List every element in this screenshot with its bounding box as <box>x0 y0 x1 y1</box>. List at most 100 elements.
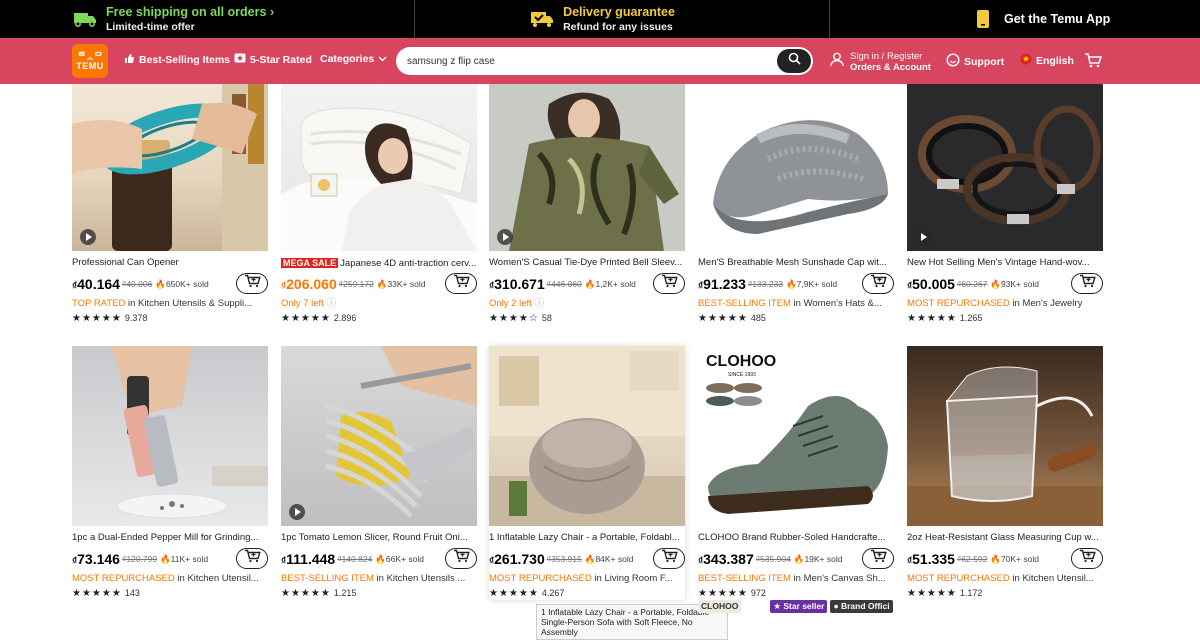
product-card[interactable]: Men'S Breathable Mesh Sunshade Cap wit..… <box>698 84 894 325</box>
add-to-cart-button[interactable] <box>862 548 894 569</box>
product-image[interactable] <box>281 346 477 526</box>
tag-highlight: BEST-SELLING ITEM <box>698 298 791 309</box>
video-play-icon[interactable] <box>80 229 96 245</box>
tag-category[interactable]: in Kitchen Utensil... <box>175 573 258 584</box>
account-menu[interactable]: Sign in / Register Orders & Account <box>830 51 931 73</box>
product-card[interactable]: Women'S Casual Tie-Dye Printed Bell Slee… <box>489 84 685 325</box>
product-title[interactable]: 1 Inflatable Lazy Chair - a Portable, Fo… <box>489 532 685 544</box>
nav-categories[interactable]: Categories <box>320 53 387 65</box>
original-price: ₫60.267 <box>956 279 988 289</box>
product-image[interactable] <box>489 346 685 526</box>
add-to-cart-button[interactable] <box>236 548 268 569</box>
product-title[interactable]: MEGA SALE Japanese 4D anti-traction cerv.… <box>281 257 477 269</box>
review-count: 58 <box>541 313 552 323</box>
get-app-label: Get the Temu App <box>1004 11 1111 26</box>
product-card[interactable]: 1pc Tomato Lemon Slicer, Round Fruit Oni… <box>281 346 477 600</box>
product-card[interactable]: MEGA SALE Japanese 4D anti-traction cerv.… <box>281 84 477 325</box>
cart-plus-icon <box>870 274 887 293</box>
product-card-hovered[interactable]: 1 Inflatable Lazy Chair - a Portable, Fo… <box>489 346 685 600</box>
product-image[interactable] <box>907 346 1103 526</box>
language-selector[interactable]: English <box>1020 53 1074 68</box>
rating[interactable]: ★★★★★ 1.265 <box>907 311 1103 325</box>
tag-category[interactable]: in Kitchen Utensils ... <box>374 573 466 584</box>
rating[interactable]: ★★★★☆ 58 <box>489 311 685 325</box>
support-link[interactable]: Support <box>946 53 1004 70</box>
cart-button[interactable] <box>1084 52 1103 74</box>
shoe-brand-logo: CLOHOO <box>706 353 776 370</box>
add-to-cart-button[interactable] <box>653 273 685 294</box>
delivery-guarantee-banner[interactable]: Delivery guarantee Refund for any issues <box>415 0 830 38</box>
free-shipping-banner[interactable]: Free shipping on all orders › Limited-ti… <box>0 0 415 38</box>
product-price: ₫261.730 <box>489 551 545 567</box>
rating[interactable]: ★★★★★ 9.378 <box>72 311 268 325</box>
add-to-cart-button[interactable] <box>1071 548 1103 569</box>
rating[interactable]: ★★★★★ 1.215 <box>281 586 477 600</box>
video-play-icon[interactable] <box>289 504 305 520</box>
rating[interactable]: ★★★★★ 143 <box>72 586 268 600</box>
product-tag: TOP RATED in Kitchen Utensils & Suppli..… <box>72 297 268 310</box>
product-title[interactable]: CLOHOO Brand Rubber-Soled Handcrafte... <box>698 532 894 544</box>
tag-category[interactable]: in Men's Canvas Sh... <box>791 573 886 584</box>
product-title[interactable]: 1pc Tomato Lemon Slicer, Round Fruit Oni… <box>281 532 477 544</box>
seller-badges: CLOHOO ★ Star seller ● Brand Offici <box>698 600 893 613</box>
tag-category[interactable]: in Living Room F... <box>592 573 672 584</box>
tag-category[interactable]: in Kitchen Utensil... <box>1010 573 1093 584</box>
nav-categories-label: Categories <box>320 53 375 65</box>
get-app-banner[interactable]: Get the Temu App <box>830 0 1200 38</box>
product-price: ₫40.164 <box>72 276 120 292</box>
product-image[interactable]: CLOHOO SINCE 1993 <box>698 346 894 526</box>
thumbs-up-icon <box>124 53 135 67</box>
sold-count-text: 7,9K+ sold <box>796 278 838 289</box>
rating[interactable]: ★★★★★ 972 <box>698 586 894 600</box>
product-title[interactable]: 2oz Heat-Resistant Glass Measuring Cup w… <box>907 532 1103 544</box>
product-title[interactable]: 1pc a Dual-Ended Pepper Mill for Grindin… <box>72 532 268 544</box>
product-title[interactable]: Women'S Casual Tie-Dye Printed Bell Slee… <box>489 257 685 269</box>
add-to-cart-button[interactable] <box>236 273 268 294</box>
review-count: 485 <box>750 313 766 323</box>
nav-best-selling[interactable]: Best-Selling Items <box>124 53 230 67</box>
star-rating-icons: ★★★★★ <box>907 587 957 599</box>
product-image[interactable] <box>698 84 894 251</box>
product-title[interactable]: New Hot Selling Men's Vintage Hand-wov..… <box>907 257 1103 269</box>
cart-plus-icon <box>870 549 887 568</box>
add-to-cart-button[interactable] <box>653 548 685 569</box>
temu-logo[interactable]: ᄐᆺᄆ TEMU <box>72 44 108 78</box>
info-icon[interactable]: ⓘ <box>534 298 544 309</box>
rating[interactable]: ★★★★★ 485 <box>698 311 894 325</box>
promo-bar: Free shipping on all orders › Limited-ti… <box>0 0 1200 38</box>
review-count: 4.267 <box>541 588 565 598</box>
product-card[interactable]: New Hot Selling Men's Vintage Hand-wov..… <box>907 84 1103 325</box>
rating[interactable]: ★★★★★ 4.267 <box>489 586 685 600</box>
tag-category[interactable]: in Women's Hats &... <box>791 298 882 309</box>
rating[interactable]: ★★★★★ 1.172 <box>907 586 1103 600</box>
add-to-cart-button[interactable] <box>445 273 477 294</box>
sold-count-text: 70K+ sold <box>1000 553 1039 564</box>
product-image[interactable] <box>72 84 268 251</box>
tag-category[interactable]: in Men's Jewelry <box>1010 298 1082 309</box>
product-title[interactable]: Men'S Breathable Mesh Sunshade Cap wit..… <box>698 257 894 269</box>
product-image[interactable] <box>72 346 268 526</box>
product-image[interactable] <box>489 84 685 251</box>
search-input[interactable] <box>396 47 777 75</box>
info-icon[interactable]: ⓘ <box>326 298 336 309</box>
search-button[interactable] <box>777 49 811 73</box>
add-to-cart-button[interactable] <box>1071 273 1103 294</box>
product-title[interactable]: Professional Can Opener <box>72 257 268 269</box>
product-tag: MOST REPURCHASED in Men's Jewelry <box>907 297 1103 310</box>
product-card[interactable]: 1pc a Dual-Ended Pepper Mill for Grindin… <box>72 346 268 600</box>
product-card[interactable]: Professional Can Opener ₫40.164 ₫40.006 … <box>72 84 268 325</box>
support-icon <box>946 53 960 70</box>
video-play-icon[interactable] <box>915 229 931 245</box>
nav-five-star[interactable]: 5-Star Rated <box>234 53 312 67</box>
product-image[interactable] <box>907 84 1103 251</box>
add-to-cart-button[interactable] <box>862 273 894 294</box>
product-card[interactable]: 2oz Heat-Resistant Glass Measuring Cup w… <box>907 346 1103 600</box>
rating[interactable]: ★★★★★ 2.896 <box>281 311 477 325</box>
product-price: ₫310.671 <box>489 276 545 292</box>
tag-category[interactable]: in Kitchen Utensils & Suppli... <box>125 298 252 309</box>
product-tag: Only 2 left ⓘ <box>489 297 685 310</box>
video-play-icon[interactable] <box>497 229 513 245</box>
product-card[interactable]: CLOHOO SINCE 1993 CLOHOO Brand Rubber-So… <box>698 346 894 600</box>
add-to-cart-button[interactable] <box>445 548 477 569</box>
product-image[interactable] <box>281 84 477 251</box>
